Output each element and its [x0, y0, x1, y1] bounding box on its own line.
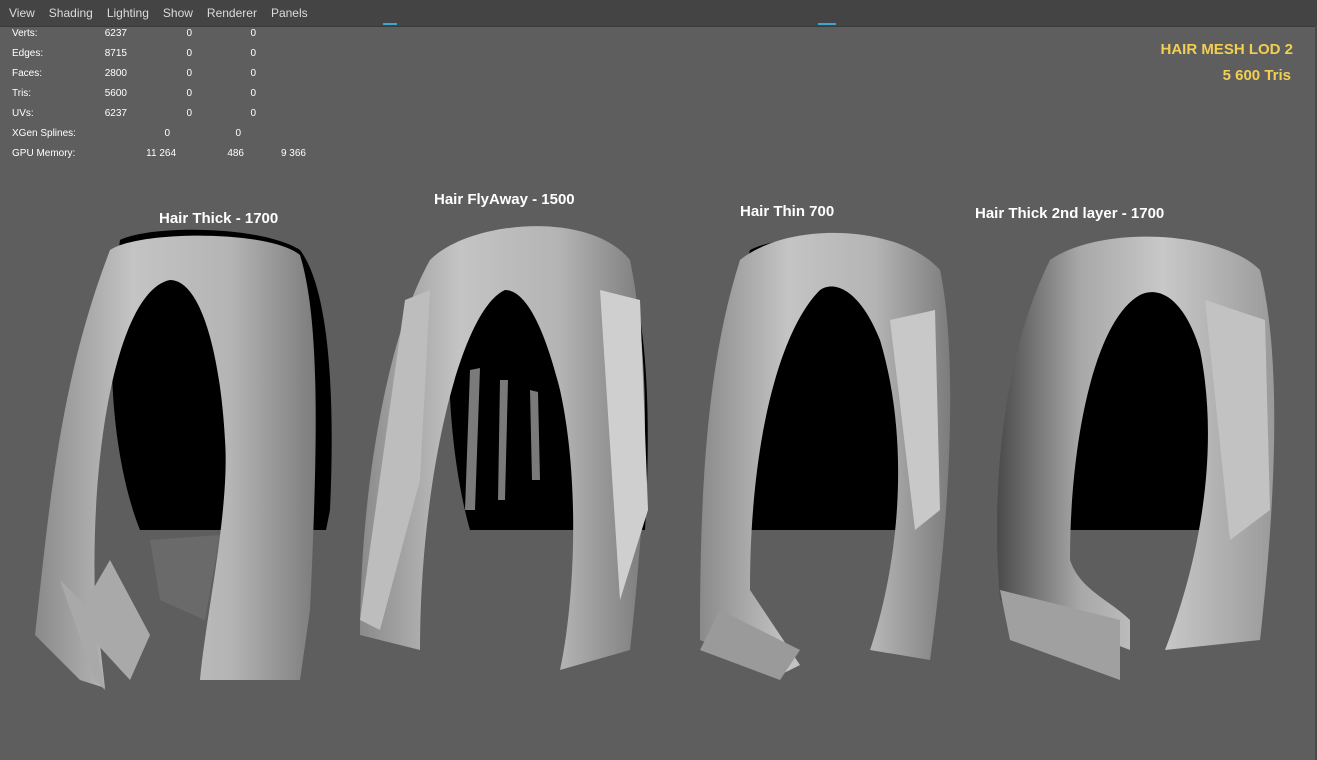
menu-renderer[interactable]: Renderer: [200, 0, 264, 26]
viewport-menubar: View Shading Lighting Show Renderer Pane…: [0, 0, 1317, 27]
stat-value: 0: [250, 108, 256, 119]
menu-view[interactable]: View: [0, 0, 42, 26]
stat-value: 0: [250, 88, 256, 99]
stat-value: 9 366: [280, 148, 306, 159]
menu-show[interactable]: Show: [156, 0, 200, 26]
menu-shading[interactable]: Shading: [42, 0, 100, 26]
menu-panels[interactable]: Panels: [264, 0, 315, 26]
stat-value: 0: [250, 48, 256, 59]
stat-value: 0: [250, 68, 256, 79]
hair-mesh-thick[interactable]: [35, 229, 332, 690]
toolbar-accent-mark: [383, 23, 397, 25]
stat-value: 0: [235, 128, 241, 139]
toolbar-accent-mark: [818, 23, 836, 25]
hair-mesh-flyaway[interactable]: [360, 226, 648, 670]
hair-mesh-thin[interactable]: [700, 232, 951, 680]
hud-tri-count: 5 600 Tris: [1222, 67, 1291, 84]
hud-title: HAIR MESH LOD 2: [1160, 41, 1293, 58]
stat-value: 0: [250, 28, 256, 39]
hair-mesh-thick-2nd-layer[interactable]: [997, 236, 1275, 680]
viewport-canvas[interactable]: [0, 180, 1317, 700]
menu-lighting[interactable]: Lighting: [100, 0, 156, 26]
